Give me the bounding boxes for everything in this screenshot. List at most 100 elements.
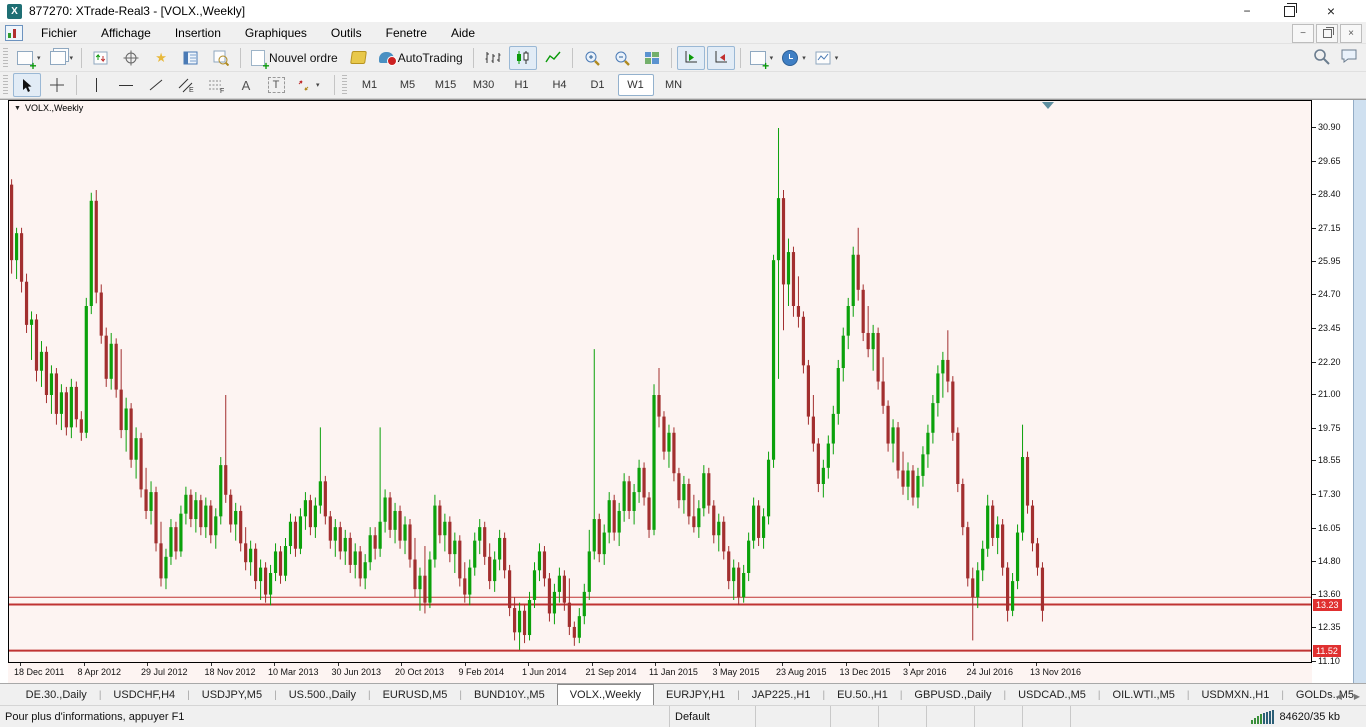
horizontal-line-button[interactable]	[112, 73, 140, 97]
price-tick: 25.95	[1318, 256, 1341, 266]
status-bar: Pour plus d'informations, appuyer F1 Def…	[0, 705, 1366, 727]
mdi-minimize-button[interactable]: −	[1292, 24, 1314, 43]
chart-tab-gbpusddaily[interactable]: GBPUSD.,Daily	[902, 686, 1003, 705]
menu-item-affichage[interactable]: Affichage	[89, 22, 163, 44]
terminal-button[interactable]	[177, 46, 205, 70]
timeframe-button-mn[interactable]: MN	[656, 74, 692, 96]
bar-chart-button[interactable]	[479, 46, 507, 70]
menu-item-outils[interactable]: Outils	[319, 22, 374, 44]
chat-icon[interactable]	[1340, 47, 1358, 65]
timeframe-button-m15[interactable]: M15	[428, 74, 464, 96]
svg-text:E: E	[189, 87, 194, 93]
timeframe-button-m1[interactable]: M1	[352, 74, 388, 96]
close-button[interactable]: ×	[1310, 0, 1352, 22]
chart-tab-usdchfh4[interactable]: USDCHF,H4	[101, 686, 187, 705]
tab-scroll-right-icon[interactable]: ▶	[1354, 692, 1360, 701]
periods-button[interactable]: ▾	[778, 46, 809, 70]
menu-item-aide[interactable]: Aide	[439, 22, 487, 44]
indicators-button[interactable]: +▾	[746, 46, 777, 70]
fibonacci-icon: F	[207, 76, 225, 94]
price-axis[interactable]: 30.9029.6528.4027.1525.9524.7023.4522.20…	[1312, 100, 1353, 684]
status-cell-empty	[831, 706, 879, 727]
auto-scroll-icon	[682, 49, 700, 67]
connection-bars-icon	[1251, 710, 1274, 724]
menu-item-fichier[interactable]: Fichier	[29, 22, 89, 44]
chart-tab-usdjpym5[interactable]: USDJPY,M5	[190, 686, 274, 705]
status-profile[interactable]: Default	[670, 706, 756, 727]
zoom-out-button[interactable]	[608, 46, 636, 70]
market-watch-button[interactable]	[87, 46, 115, 70]
cursor-button[interactable]	[13, 73, 41, 97]
chart-shift-button[interactable]	[707, 46, 735, 70]
templates-button[interactable]: ▾	[811, 46, 842, 70]
chart-tab-eurjpyh1[interactable]: EURJPY,H1	[654, 686, 737, 705]
text-label-icon: T	[268, 77, 285, 93]
new-chart-button[interactable]: +▾	[13, 46, 44, 70]
chart-tab-oilwtim5[interactable]: OIL.WTI.,M5	[1101, 686, 1187, 705]
price-tick: 24.70	[1318, 289, 1341, 299]
channel-button[interactable]: E	[172, 73, 200, 97]
trendline-button[interactable]	[142, 73, 170, 97]
date-tick: 20 Oct 2013	[395, 667, 444, 677]
zoom-in-icon	[583, 49, 601, 67]
timeframe-button-m5[interactable]: M5	[390, 74, 426, 96]
timeframe-button-w1[interactable]: W1	[618, 74, 654, 96]
profiles-button[interactable]: ▾	[46, 46, 77, 70]
timeframe-button-h1[interactable]: H1	[504, 74, 540, 96]
mdi-close-button[interactable]: ×	[1340, 24, 1362, 43]
time-axis[interactable]: 18 Dec 20118 Apr 201229 Jul 201218 Nov 2…	[8, 663, 1312, 684]
mdi-restore-button[interactable]	[1316, 24, 1338, 43]
toolbar-gripper-2[interactable]	[3, 75, 8, 95]
chart-tab-us500daily[interactable]: US.500.,Daily	[277, 686, 368, 705]
price-tick: 14.80	[1318, 556, 1341, 566]
text-label-button[interactable]: T	[262, 73, 290, 97]
timeframe-button-m30[interactable]: M30	[466, 74, 502, 96]
fibonacci-button[interactable]: F	[202, 73, 230, 97]
chart-shift-icon	[712, 49, 730, 67]
timeframe-button-d1[interactable]: D1	[580, 74, 616, 96]
chart-tab-de30daily[interactable]: DE.30.,Daily	[14, 686, 99, 705]
chart-tab-bund10ym5[interactable]: BUND10Y.,M5	[462, 686, 557, 705]
text-button[interactable]: A	[232, 73, 260, 97]
autotrading-button[interactable]: AutoTrading	[375, 46, 468, 70]
timeframe-gripper[interactable]	[342, 75, 347, 95]
trendline-icon	[147, 76, 165, 94]
chart-plot-area[interactable]: ▼ VOLX.,Weekly	[8, 100, 1312, 663]
new-order-button[interactable]: + Nouvel ordre	[246, 46, 343, 70]
status-traffic: 84620/35 kb	[1279, 711, 1340, 723]
chart-tab-eu50h1[interactable]: EU.50.,H1	[825, 686, 900, 705]
tab-scroll-left-icon[interactable]: ◀	[1336, 692, 1342, 701]
cursor-icon	[18, 76, 36, 94]
menu-item-fenetre[interactable]: Fenetre	[374, 22, 439, 44]
chart-tab-volxweekly[interactable]: VOLX.,Weekly	[557, 684, 654, 705]
zoom-in-button[interactable]	[578, 46, 606, 70]
strategy-tester-button[interactable]	[207, 46, 235, 70]
crosshair-button[interactable]	[43, 73, 71, 97]
restore-button[interactable]	[1268, 0, 1310, 22]
candlestick-chart-button[interactable]	[509, 46, 537, 70]
menu-item-graphiques[interactable]: Graphiques	[233, 22, 319, 44]
toolbar-gripper[interactable]	[3, 48, 8, 68]
chart-tab-usdmxnh1[interactable]: USDMXN.,H1	[1189, 686, 1281, 705]
line-chart-button[interactable]	[539, 46, 567, 70]
chart-tab-jap225h1[interactable]: JAP225.,H1	[740, 686, 823, 705]
price-tick: 18.55	[1318, 455, 1341, 465]
arrows-button[interactable]: ▾	[292, 73, 323, 97]
tester-icon	[212, 49, 230, 67]
tile-windows-button[interactable]	[638, 46, 666, 70]
auto-scroll-button[interactable]	[677, 46, 705, 70]
menu-item-insertion[interactable]: Insertion	[163, 22, 233, 44]
chart-window-icon[interactable]	[5, 25, 23, 41]
minimize-button[interactable]: −	[1226, 0, 1268, 22]
timeframe-button-h4[interactable]: H4	[542, 74, 578, 96]
chart-tab-usdcadm5[interactable]: USDCAD.,M5	[1006, 686, 1098, 705]
metaeditor-button[interactable]	[345, 46, 373, 70]
navigator-button[interactable]: ★	[147, 46, 175, 70]
search-icon[interactable]	[1312, 47, 1330, 65]
line-chart-icon	[544, 49, 562, 67]
vertical-line-button[interactable]	[82, 73, 110, 97]
data-window-button[interactable]	[117, 46, 145, 70]
chart-tab-eurusdm5[interactable]: EURUSD,M5	[371, 686, 460, 705]
price-tick: 27.15	[1318, 223, 1341, 233]
chart-symbol-label[interactable]: ▼ VOLX.,Weekly	[14, 103, 83, 113]
